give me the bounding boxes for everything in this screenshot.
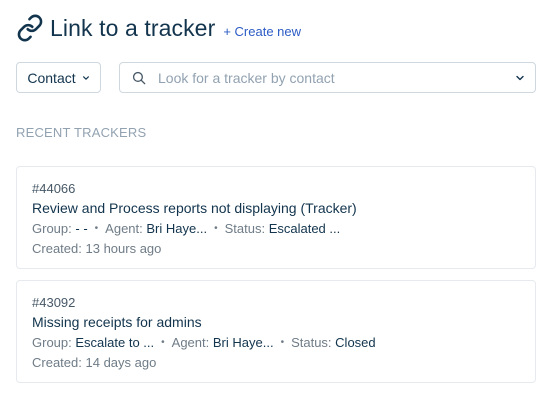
tracker-subject: Review and Process reports not displayin…	[32, 200, 357, 216]
group-value: - -	[75, 221, 88, 236]
chevron-down-icon[interactable]	[515, 73, 525, 83]
tracker-card[interactable]: #44066 Review and Process reports not di…	[16, 166, 536, 269]
search-icon	[132, 71, 146, 84]
created-value: 13 hours ago	[85, 241, 162, 256]
search-controls: Contact	[16, 62, 536, 93]
group-label: Group:	[32, 221, 72, 236]
tracker-created: Created: 14 days ago	[32, 353, 520, 373]
agent-label: Agent:	[171, 335, 210, 350]
recent-trackers-heading: RECENT TRACKERS	[16, 125, 147, 140]
chevron-down-icon	[82, 75, 89, 80]
created-label: Created:	[32, 241, 82, 256]
page-title: Link to a tracker	[50, 14, 216, 41]
tracker-list: #44066 Review and Process reports not di…	[16, 166, 536, 394]
filter-type-dropdown[interactable]: Contact	[16, 62, 101, 93]
created-value: 14 days ago	[85, 355, 157, 370]
created-label: Created:	[32, 355, 82, 370]
status-label: Status:	[224, 221, 266, 236]
group-label: Group:	[32, 335, 72, 350]
status-label: Status:	[291, 335, 332, 350]
link-icon	[16, 14, 44, 42]
tracker-search-box[interactable]	[119, 62, 536, 93]
tracker-card[interactable]: #43092 Missing receipts for admins Group…	[16, 280, 536, 383]
status-value: Closed	[335, 335, 376, 350]
tracker-id: #44066	[32, 181, 76, 196]
tracker-subject: Missing receipts for admins	[32, 314, 202, 330]
tracker-meta: Group: Escalate to ... • Agent: Bri Haye…	[32, 332, 520, 353]
tracker-created: Created: 13 hours ago	[32, 239, 520, 259]
group-value: Escalate to ...	[75, 335, 155, 350]
filter-type-value: Contact	[27, 69, 76, 86]
tracker-id: #43092	[32, 295, 76, 310]
separator-dot: •	[280, 337, 285, 348]
tracker-search-input[interactable]	[156, 68, 515, 87]
separator-dot: •	[161, 337, 165, 348]
dialog-header: Link to a tracker + Create new	[16, 14, 301, 42]
agent-value: Bri Haye...	[212, 335, 274, 350]
create-new-link[interactable]: + Create new	[223, 24, 301, 39]
status-value: Escalated ...	[268, 221, 341, 236]
separator-dot: •	[94, 223, 99, 234]
agent-value: Bri Haye...	[146, 221, 208, 236]
separator-dot: •	[214, 223, 218, 234]
tracker-meta: Group: - - • Agent: Bri Haye... • Status…	[32, 218, 520, 239]
agent-label: Agent:	[105, 221, 143, 236]
